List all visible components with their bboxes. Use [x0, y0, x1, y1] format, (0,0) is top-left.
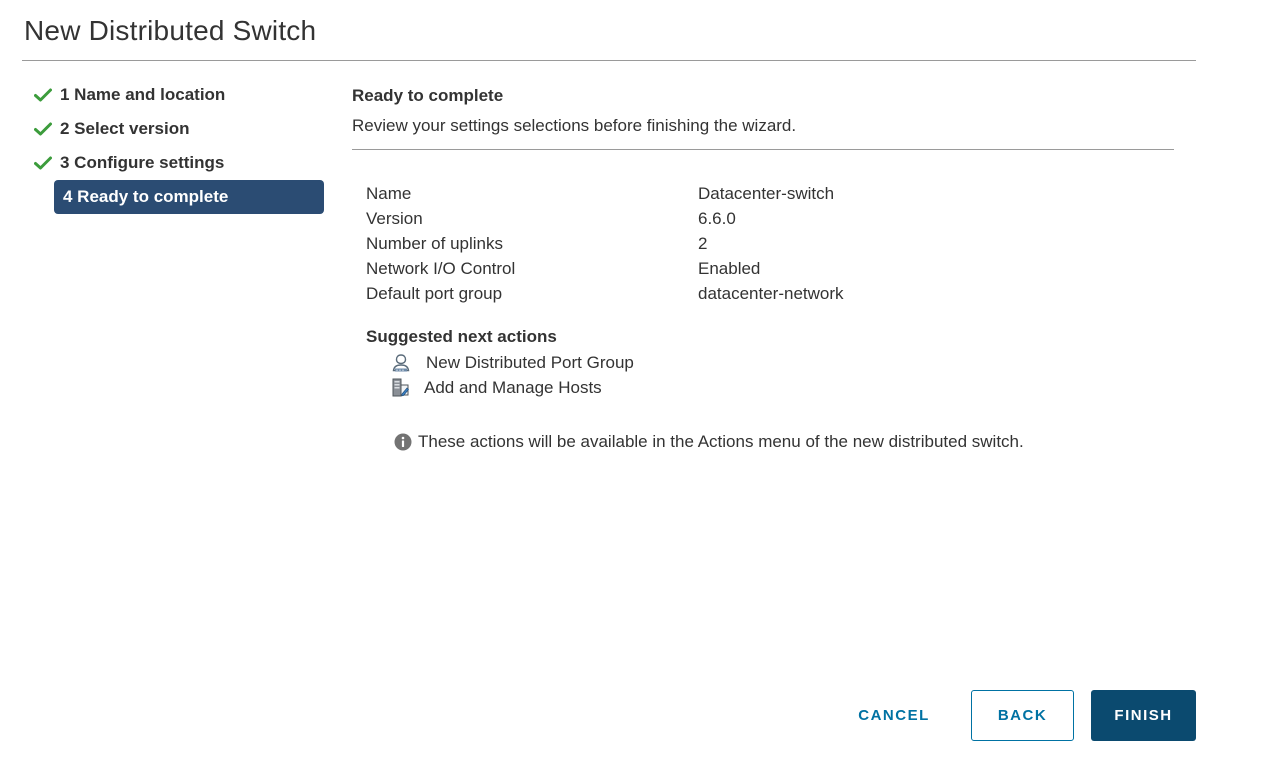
setting-row: Number of uplinks 2: [366, 231, 844, 256]
back-button[interactable]: BACK: [971, 690, 1074, 741]
next-actions-title: Suggested next actions: [366, 327, 557, 346]
step-label: 2 Select version: [60, 119, 190, 138]
setting-value: Datacenter-switch: [698, 183, 835, 203]
setting-value: datacenter-network: [698, 283, 844, 303]
step-label: 3 Configure settings: [60, 153, 225, 172]
port-group-icon: [390, 352, 412, 374]
page-title: Ready to complete: [352, 86, 504, 105]
info-message: These actions will be available in the A…: [394, 432, 1024, 452]
action-add-and-manage-hosts[interactable]: Add and Manage Hosts: [390, 377, 602, 399]
setting-row: Name Datacenter-switch: [366, 181, 844, 206]
wizard-steps: 1 Name and location 2 Select version 3 C…: [30, 78, 326, 214]
action-label: Add and Manage Hosts: [424, 378, 602, 397]
info-text: These actions will be available in the A…: [418, 432, 1024, 451]
manage-hosts-icon: [390, 377, 412, 399]
step-select-version[interactable]: 2 Select version: [30, 112, 326, 146]
settings-summary: Name Datacenter-switch Version 6.6.0 Num…: [366, 181, 844, 306]
step-label: 4 Ready to complete: [63, 187, 229, 206]
action-label: New Distributed Port Group: [426, 353, 634, 372]
cancel-button[interactable]: CANCEL: [838, 690, 950, 741]
dialog-title: New Distributed Switch: [24, 15, 317, 46]
setting-value: 6.6.0: [698, 208, 736, 228]
checkmark-icon: [30, 88, 60, 102]
step-ready-to-complete[interactable]: 4 Ready to complete: [54, 180, 324, 214]
info-icon: [394, 433, 412, 451]
finish-button[interactable]: FINISH: [1091, 690, 1196, 741]
wizard-content: Ready to complete Review your settings s…: [352, 0, 1174, 770]
setting-value: 2: [698, 233, 708, 253]
step-configure-settings[interactable]: 3 Configure settings: [30, 146, 326, 180]
setting-row: Network I/O Control Enabled: [366, 256, 844, 281]
step-label: 1 Name and location: [60, 85, 226, 104]
action-new-distributed-port-group[interactable]: New Distributed Port Group: [390, 352, 634, 374]
setting-row: Version 6.6.0: [366, 206, 844, 231]
section-divider: [352, 149, 1174, 150]
checkmark-icon: [30, 122, 60, 136]
setting-key: Version: [366, 208, 423, 228]
setting-key: Default port group: [366, 283, 503, 303]
step-name-and-location[interactable]: 1 Name and location: [30, 78, 326, 112]
setting-key: Name: [366, 183, 412, 203]
page-description: Review your settings selections before f…: [352, 116, 797, 135]
setting-key: Number of uplinks: [366, 233, 504, 253]
checkmark-icon: [30, 156, 60, 170]
setting-key: Network I/O Control: [366, 258, 516, 278]
setting-value: Enabled: [698, 258, 761, 278]
setting-row: Default port group datacenter-network: [366, 281, 844, 306]
